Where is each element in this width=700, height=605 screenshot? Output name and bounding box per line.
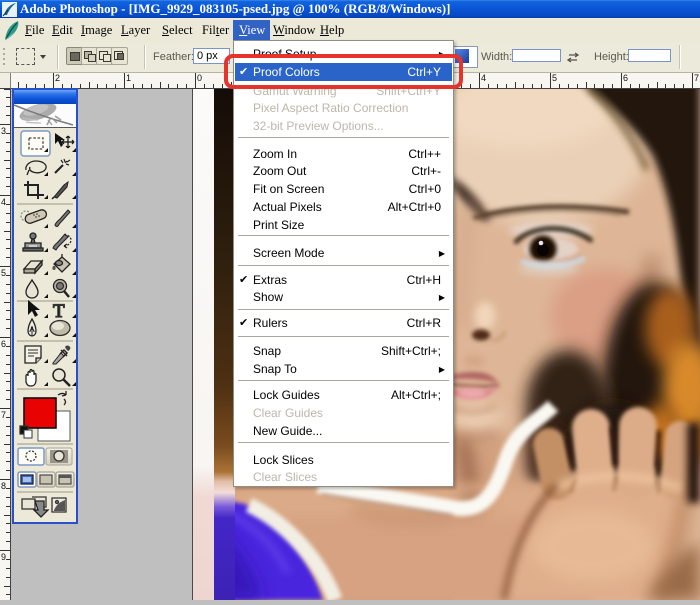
svg-text:T: T [53, 301, 65, 322]
